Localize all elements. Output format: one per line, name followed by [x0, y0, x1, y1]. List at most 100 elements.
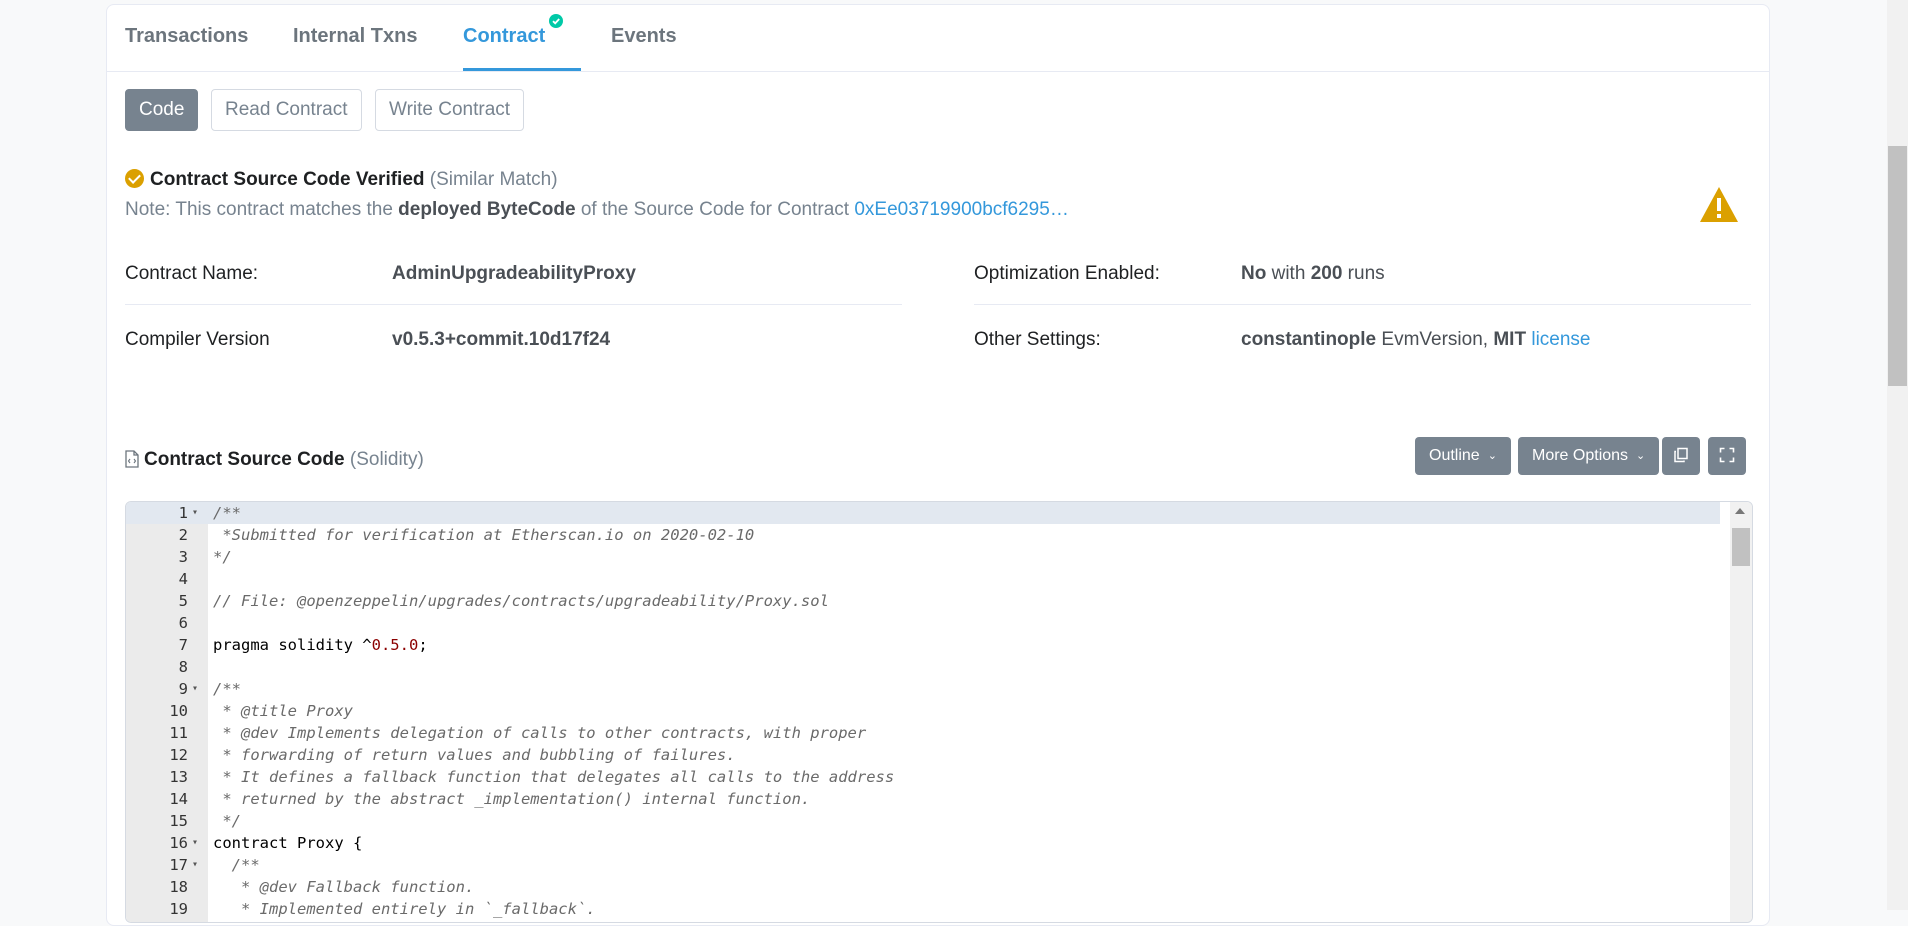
code-text: * It defines a fallback function that de… [213, 768, 895, 786]
evm-version-suffix: EvmVersion, [1376, 329, 1494, 350]
line-number: 15 [169, 812, 188, 830]
copy-button[interactable] [1662, 437, 1700, 475]
active-line-highlight [126, 502, 1720, 524]
other-settings-value: constantinople EvmVersion, MIT license [1241, 329, 1591, 351]
code-text: * forwarding of return values and bubbli… [213, 746, 736, 764]
optimization-value: No with 200 runs [1241, 263, 1385, 285]
license-link[interactable]: license [1531, 329, 1590, 350]
line-number: 19 [169, 900, 188, 918]
source-code-title: Contract Source Code [144, 449, 345, 470]
code-text: * @dev Fallback function. [213, 878, 475, 896]
note-mid: of the Source Code for Contract [575, 199, 855, 220]
check-circle-icon [125, 169, 144, 188]
tab-bar: Transactions Internal Txns Contract Even… [107, 5, 1769, 72]
match-type: (Similar Match) [429, 169, 558, 190]
code-editor[interactable]: 1 ▾/** 2 *Submitted for verification at Et… [125, 501, 1753, 923]
line-number: 16 [169, 834, 188, 852]
compiler-version-value: v0.5.3+commit.10d17f24 [392, 329, 610, 351]
compiler-version-label: Compiler Version [125, 329, 270, 350]
evm-version: constantinople [1241, 329, 1377, 350]
code-text: /** [213, 504, 241, 522]
code-text: /** [213, 856, 260, 874]
line-number: 9 [178, 680, 188, 698]
code-text: */ [213, 548, 232, 566]
similar-contract-link[interactable]: 0xEe03719900bcf6295… [854, 199, 1068, 220]
code-text: contract Proxy { [213, 834, 363, 852]
outline-dropdown-button[interactable]: Outline ⌄ [1415, 437, 1511, 475]
code-text: pragma solidity ^0.5.0; [213, 636, 428, 654]
line-number: 18 [169, 878, 188, 896]
tab-events[interactable]: Events [611, 5, 677, 71]
copy-icon [1674, 447, 1688, 463]
tab-contract[interactable]: Contract [463, 5, 582, 71]
outline-label: Outline [1429, 447, 1480, 464]
line-number: 8 [178, 658, 188, 676]
file-code-icon [125, 450, 139, 468]
line-number: 2 [178, 526, 188, 544]
more-options-label: More Options [1532, 447, 1629, 464]
optimization-runs-count: 200 [1310, 263, 1343, 284]
editor-scroll-thumb[interactable] [1732, 528, 1750, 566]
line-number: 4 [178, 570, 188, 588]
fullscreen-button[interactable] [1708, 437, 1746, 475]
write-contract-button[interactable]: Write Contract [375, 89, 525, 131]
source-code-heading: Contract Source Code (Solidity) [125, 449, 424, 471]
chevron-down-icon: ⌄ [1636, 450, 1646, 462]
chevron-down-icon: ⌄ [1487, 450, 1497, 462]
code-text: */ [213, 812, 241, 830]
divider [125, 304, 902, 305]
code-text: * @dev Implements delegation of calls to… [213, 724, 867, 742]
line-number: 5 [178, 592, 188, 610]
tab-internal-txns[interactable]: Internal Txns [293, 5, 417, 71]
source-language: (Solidity) [349, 449, 424, 470]
divider [974, 304, 1751, 305]
line-number: 7 [178, 636, 188, 654]
editor-scrollbar[interactable] [1730, 502, 1752, 922]
fold-toggle-icon[interactable]: ▾ [192, 678, 198, 700]
contract-name-label: Contract Name: [125, 263, 259, 284]
verified-title: Contract Source Code Verified [150, 169, 425, 190]
optimization-runs: runs [1342, 263, 1385, 284]
fold-toggle-icon[interactable]: ▾ [192, 502, 198, 524]
code-text: * Implemented entirely in `_fallback`. [213, 900, 596, 918]
line-number: 17 [169, 856, 188, 874]
warning-icon [1700, 187, 1738, 222]
line-number: 6 [178, 614, 188, 632]
code-text: * @title Proxy [213, 702, 353, 720]
code-text: // File: @openzeppelin/upgrades/contract… [213, 592, 829, 610]
other-settings-label: Other Settings: [974, 329, 1101, 350]
compiler-version-text: v0.5.3+commit.10d17f24 [392, 329, 611, 350]
license-type: MIT [1493, 329, 1527, 350]
optimization-label: Optimization Enabled: [974, 263, 1160, 284]
line-number: 13 [169, 768, 188, 786]
verified-check-icon [549, 14, 564, 28]
expand-icon [1719, 447, 1735, 463]
line-number: 14 [169, 790, 188, 808]
code-subtab-button[interactable]: Code [125, 89, 199, 131]
read-contract-button[interactable]: Read Contract [211, 89, 362, 131]
code-text: * returned by the abstract _implementati… [213, 790, 811, 808]
code-text: /** [213, 680, 241, 698]
note-bold: deployed ByteCode [398, 199, 576, 220]
line-number: 1 [178, 504, 188, 522]
note-prefix: Note: This contract matches the [125, 199, 399, 220]
tab-transactions[interactable]: Transactions [125, 5, 248, 71]
line-number: 3 [178, 548, 188, 566]
page-scrollbar[interactable] [1887, 0, 1908, 910]
verified-heading: Contract Source Code Verified (Similar M… [125, 169, 558, 191]
contract-name-value: AdminUpgradeabilityProxy [392, 263, 636, 285]
line-number: 11 [169, 724, 188, 742]
code-text: *Submitted for verification at Etherscan… [213, 526, 755, 544]
scroll-up-icon[interactable] [1735, 508, 1745, 514]
contract-name-text: AdminUpgradeabilityProxy [392, 263, 636, 284]
fold-toggle-icon[interactable]: ▾ [192, 832, 198, 854]
more-options-dropdown-button[interactable]: More Options ⌄ [1518, 437, 1660, 475]
optimization-with: with [1266, 263, 1311, 284]
line-number: 10 [169, 702, 188, 720]
line-number: 12 [169, 746, 188, 764]
tab-contract-label: Contract [463, 25, 546, 47]
fold-toggle-icon[interactable]: ▾ [192, 854, 198, 876]
page-scroll-thumb[interactable] [1888, 146, 1907, 386]
contract-card: Transactions Internal Txns Contract Even… [106, 4, 1770, 926]
optimization-no: No [1241, 263, 1267, 284]
